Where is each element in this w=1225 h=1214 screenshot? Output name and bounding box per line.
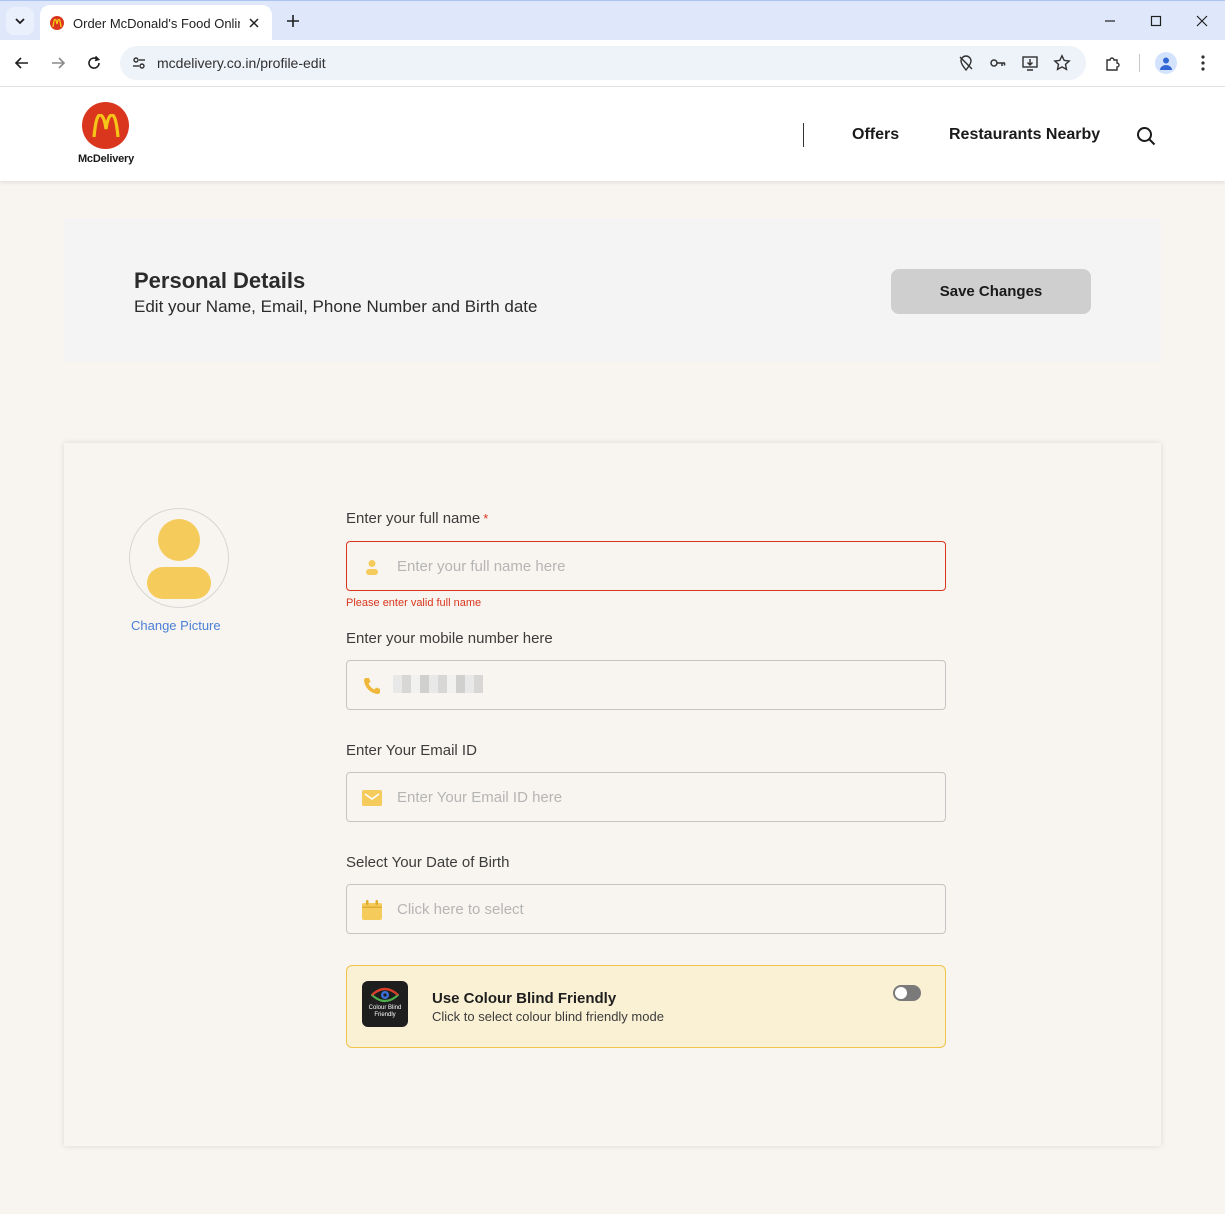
browser-menu-dots-icon[interactable] [1192,52,1214,74]
user-icon [361,556,383,578]
browser-tab-bar: Order McDonald's Food Online [0,0,1225,41]
site-settings-icon[interactable] [128,52,150,74]
close-window-icon[interactable] [1190,9,1214,33]
profile-picture[interactable] [129,508,229,608]
dob-label: Select Your Date of Birth [346,854,510,871]
full-name-field [346,541,946,591]
dob-field [346,884,946,934]
reload-icon[interactable] [81,50,107,76]
mail-icon [361,787,383,809]
browser-toolbar: mcdelivery.co.in/profile-edit [0,40,1225,87]
colour-blind-badge-text: Colour Blind Friendly [368,1005,402,1018]
maximize-icon[interactable] [1144,9,1168,33]
change-picture-link[interactable]: Change Picture [131,618,221,633]
mobile-field [346,660,946,710]
minimize-icon[interactable] [1098,9,1122,33]
colour-blind-subtitle: Click to select colour blind friendly mo… [432,1009,664,1024]
mobile-label: Enter your mobile number here [346,630,553,647]
url-text: mcdelivery.co.in/profile-edit [157,55,326,71]
bookmark-star-icon[interactable] [1052,53,1072,73]
email-field [346,772,946,822]
tab-title: Order McDonald's Food Online [73,15,240,31]
install-app-icon[interactable] [1020,53,1040,73]
colour-blind-title: Use Colour Blind Friendly [432,990,617,1007]
nav-offers-link[interactable]: Offers [852,126,899,144]
required-mark: * [483,511,489,526]
location-blocked-icon[interactable] [956,53,976,73]
avatar-head-icon [158,519,200,561]
site-header: McDelivery Offers Restaurants Nearby [0,87,1225,181]
full-name-label-text: Enter your full name [346,510,481,527]
new-tab-plus-icon[interactable] [282,10,304,32]
calendar-icon [361,899,383,921]
page-subtitle: Edit your Name, Email, Phone Number and … [134,297,538,316]
personal-details-banner: Personal Details Edit your Name, Email, … [64,218,1161,362]
back-arrow-icon[interactable] [9,50,35,76]
tab-close-icon[interactable] [246,15,262,31]
logo-text: McDelivery [77,153,135,165]
toggle-knob [895,987,907,999]
address-bar[interactable]: mcdelivery.co.in/profile-edit [120,46,1086,80]
profile-avatar-icon[interactable] [1155,52,1177,74]
profile-form-card: Change Picture Enter your full name* Ple… [64,443,1161,1146]
browser-tab[interactable]: Order McDonald's Food Online [40,5,272,41]
chevron-down-icon [15,18,25,25]
full-name-error: Please enter valid full name [346,597,482,609]
colour-blind-eye-icon: Colour Blind Friendly [362,981,408,1027]
masked-mobile-number[interactable] [393,675,483,693]
mcdelivery-logo[interactable]: McDelivery [74,102,138,168]
colour-blind-toggle[interactable] [893,985,921,1001]
header-divider [803,123,804,147]
tab-list-button[interactable] [6,7,34,35]
full-name-input[interactable] [397,542,927,590]
toolbar-separator [1139,54,1140,72]
dob-input[interactable] [397,885,927,933]
page-title: Personal Details [134,268,306,293]
mcdonalds-favicon-icon [50,16,64,30]
golden-arches-icon [82,102,129,149]
search-icon[interactable] [1135,125,1157,147]
extensions-puzzle-icon[interactable] [1102,52,1124,74]
avatar-body-icon [147,567,211,599]
nav-restaurants-nearby-link[interactable]: Restaurants Nearby [949,126,1100,144]
phone-icon [361,675,383,697]
save-changes-button[interactable]: Save Changes [891,269,1091,314]
forward-arrow-icon[interactable] [45,50,71,76]
password-key-icon[interactable] [988,53,1008,73]
email-input[interactable] [397,773,927,821]
colour-blind-option: Colour Blind Friendly Use Colour Blind F… [346,965,946,1048]
full-name-label: Enter your full name * [346,510,488,527]
email-label: Enter Your Email ID [346,742,477,759]
